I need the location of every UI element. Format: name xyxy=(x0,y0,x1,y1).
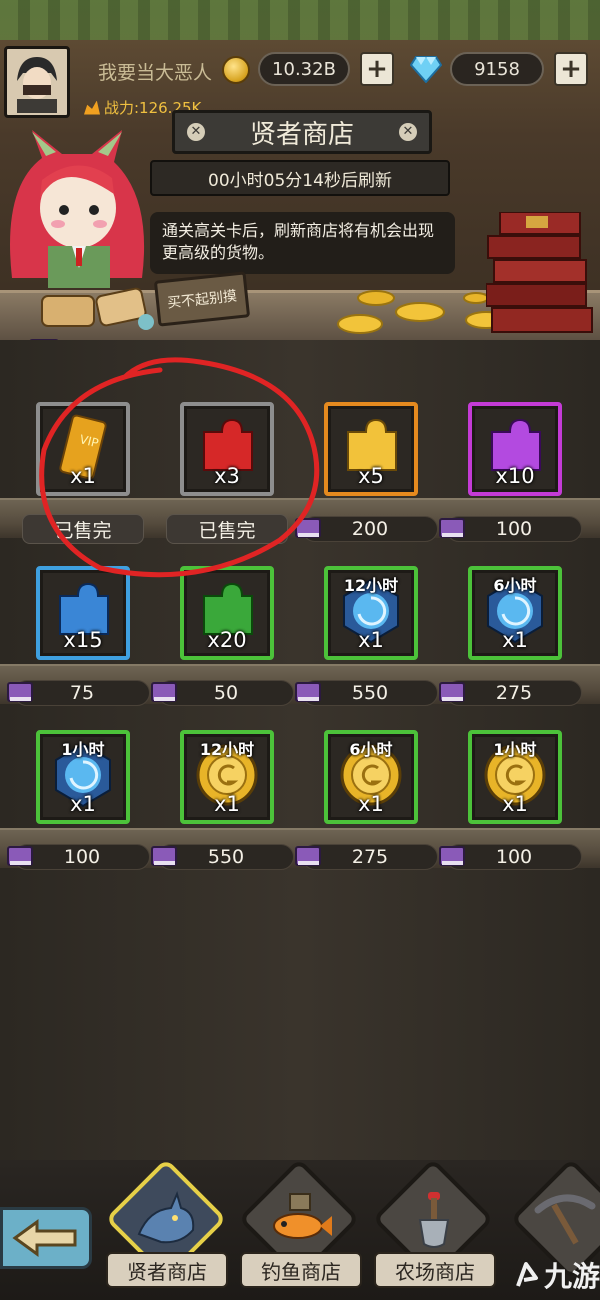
shop-item-slot[interactable]: x20 xyxy=(180,566,274,660)
shop-item-slot[interactable]: 1小时 x1 xyxy=(468,730,562,824)
shop-item-slot[interactable]: 6小时 x1 xyxy=(468,566,562,660)
shop-title-plaque: ✕ 贤者商店 ✕ xyxy=(172,110,432,154)
back-arrow-icon xyxy=(12,1219,77,1257)
jiuyou-watermark: 九游 xyxy=(512,1255,600,1295)
item-quantity: x1 xyxy=(358,792,384,816)
add-gold-button[interactable]: + xyxy=(360,52,394,86)
shop-item-slot[interactable]: 1小时 x1 xyxy=(36,730,130,824)
item-quantity: x1 xyxy=(70,464,96,488)
pickaxe-icon xyxy=(534,1194,596,1245)
tab-fishing-shop[interactable]: 钓鱼商店 xyxy=(240,1252,362,1288)
shopkeeper-girl-icon xyxy=(10,130,145,288)
book-currency-icon xyxy=(439,518,465,538)
book-currency-icon xyxy=(295,518,321,538)
back-button[interactable] xyxy=(0,1207,92,1269)
book-currency-icon xyxy=(7,846,33,866)
item-quantity: x10 xyxy=(495,464,535,488)
fish-icon xyxy=(273,1193,332,1239)
shop-item-slot[interactable]: 12小时 x1 xyxy=(324,566,418,660)
shop-item-slot[interactable]: x15 xyxy=(36,566,130,660)
gold-amount: 10.32B xyxy=(258,52,350,86)
book-currency-icon xyxy=(439,846,465,866)
item-quantity: x1 xyxy=(214,792,240,816)
shop-item-slot[interactable]: 6小时 x1 xyxy=(324,730,418,824)
avatar-portrait-icon xyxy=(9,51,65,113)
book-currency-icon xyxy=(439,682,465,702)
shovel-icon xyxy=(418,1192,450,1248)
shop-title: 贤者商店 xyxy=(249,119,354,150)
book-currency-icon xyxy=(7,682,33,702)
gem-amount: 9158 xyxy=(450,52,544,86)
dragon-icon xyxy=(137,1191,195,1244)
book-currency-icon xyxy=(295,846,321,866)
crown-icon xyxy=(84,100,100,115)
item-duration: 6小时 xyxy=(349,740,393,759)
item-quantity: x5 xyxy=(358,464,384,488)
book-currency-icon xyxy=(295,682,321,702)
sold-out-label: 已售完 xyxy=(166,514,288,544)
cant-afford-sign: 买不起别摸 xyxy=(153,271,251,327)
book-currency-icon xyxy=(151,846,177,866)
books-stack-icon xyxy=(486,212,593,333)
item-quantity: x1 xyxy=(502,792,528,816)
watermark-text: 九游 xyxy=(544,1260,600,1293)
refresh-timer: 00小时05分14秒后刷新 xyxy=(150,160,450,196)
item-duration: 12小时 xyxy=(199,740,255,759)
shop-item-slot[interactable]: x3 xyxy=(180,402,274,496)
diamond-icon xyxy=(410,56,442,83)
item-quantity: x15 xyxy=(63,628,103,652)
gold-coin-icon xyxy=(222,56,250,84)
add-gems-button[interactable]: + xyxy=(554,52,588,86)
book-currency-icon xyxy=(151,682,177,702)
shop-item-slot[interactable]: x5 xyxy=(324,402,418,496)
item-quantity: x20 xyxy=(207,628,247,652)
tab-farm-shop[interactable]: 农场商店 xyxy=(374,1252,496,1288)
player-name: 我要当大恶人 xyxy=(98,62,213,84)
item-quantity: x1 xyxy=(502,628,528,652)
shop-item-slot[interactable]: VIP x1 xyxy=(36,402,130,496)
sold-out-label: 已售完 xyxy=(22,514,144,544)
plaque-screw-icon: ✕ xyxy=(187,123,205,141)
tab-sage-shop[interactable]: 贤者商店 xyxy=(106,1252,228,1288)
jiuyou-logo-icon xyxy=(516,1262,538,1287)
shop-item-slot[interactable]: 12小时 x1 xyxy=(180,730,274,824)
player-avatar[interactable] xyxy=(4,46,70,118)
item-quantity: x1 xyxy=(70,792,96,816)
item-duration: 1小时 xyxy=(493,740,537,759)
item-quantity: x1 xyxy=(358,628,384,652)
plaque-screw-icon: ✕ xyxy=(399,123,417,141)
grass-strip xyxy=(0,0,600,40)
game-screen: 我要当大恶人 10.32B + 9158 + 战力:126.25K ✕ 贤者商店… xyxy=(0,0,600,1300)
shop-item-slot[interactable]: x10 xyxy=(468,402,562,496)
item-duration: 12小时 xyxy=(343,576,399,595)
item-duration: 6小时 xyxy=(493,576,537,595)
scrolls-icon xyxy=(41,287,154,330)
shopkeeper-tip: 通关高关卡后，刷新商店将有机会出现更高级的货物。 xyxy=(150,212,455,274)
item-quantity: x3 xyxy=(214,464,240,488)
item-duration: 1小时 xyxy=(61,740,105,759)
